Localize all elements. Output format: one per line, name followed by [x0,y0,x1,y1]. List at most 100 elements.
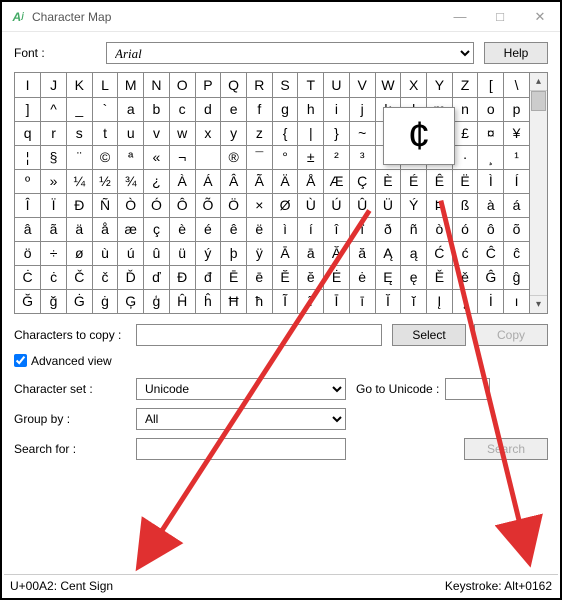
grid-cell[interactable]: ĉ [504,241,530,265]
grid-cell[interactable]: ú [118,241,144,265]
search-input[interactable] [136,438,346,460]
grid-cell[interactable]: ó [452,217,478,241]
grid-cell[interactable]: Ē [221,265,247,289]
grid-cell[interactable]: ï [349,217,375,241]
grid-cell[interactable]: P [195,73,221,97]
grid-cell[interactable]: S [272,73,298,97]
grid-cell[interactable]: d [195,97,221,121]
grid-cell[interactable]: Ê [427,169,453,193]
grid-cell[interactable]: å [92,217,118,241]
grid-cell[interactable]: ÿ [246,241,272,265]
grid-cell[interactable]: ® [221,145,247,169]
grid-cell[interactable]: Ç [349,169,375,193]
font-select[interactable]: Arial [106,42,474,64]
grid-cell[interactable]: ğ [41,289,67,313]
grid-cell[interactable]: o [478,97,504,121]
grid-cell[interactable]: î [324,217,350,241]
grid-cell[interactable]: Ĝ [478,265,504,289]
grid-cell[interactable]: Ä [272,169,298,193]
grid-cell[interactable]: w [169,121,195,145]
grid-cell[interactable]: Ý [401,193,427,217]
grid-cell[interactable]: ù [92,241,118,265]
grid-cell[interactable]: ĭ [401,289,427,313]
grid-cell[interactable]: ø [66,241,92,265]
grid-cell[interactable]: Ę [375,265,401,289]
grid-cell[interactable]: ę [401,265,427,289]
grid-cell[interactable]: ö [15,241,41,265]
grid-cell[interactable]: ĝ [504,265,530,289]
grid-cell[interactable]: ç [144,217,170,241]
grid-cell[interactable]: Y [427,73,453,97]
charset-select[interactable]: Unicode [136,378,346,400]
grid-cell[interactable]: Ġ [66,289,92,313]
grid-cell[interactable]: a [118,97,144,121]
grid-cell[interactable]: ß [452,193,478,217]
grid-cell[interactable]: Í [504,169,530,193]
advanced-view-checkbox[interactable]: Advanced view [14,354,548,368]
grid-cell[interactable]: v [144,121,170,145]
grid-cell[interactable]: ¿ [144,169,170,193]
grid-cell[interactable]: Ā [272,241,298,265]
grid-cell[interactable]: x [195,121,221,145]
grid-cell[interactable]: ī [349,289,375,313]
grid-cell[interactable]: ô [478,217,504,241]
grid-cell[interactable]: z [246,121,272,145]
grid-cell[interactable]: ë [246,217,272,241]
grid-cell[interactable]: À [169,169,195,193]
grid-cell[interactable]: Ă [324,241,350,265]
grid-cell[interactable]: á [504,193,530,217]
grid-cell[interactable]: ¯ [246,145,272,169]
grid-cell[interactable]: r [41,121,67,145]
grid-cell[interactable]: Ĉ [478,241,504,265]
grid-cell[interactable]: ð [375,217,401,241]
grid-cell[interactable]: t [92,121,118,145]
grid-cell[interactable]: Î [15,193,41,217]
grid-cell[interactable]: ì [272,217,298,241]
grid-cell[interactable]: ­ [195,145,221,169]
grid-cell[interactable]: ] [15,97,41,121]
grid-cell[interactable]: ĥ [195,289,221,313]
search-button[interactable]: Search [464,438,548,460]
grid-cell[interactable]: ± [298,145,324,169]
grid-cell[interactable]: Ø [272,193,298,217]
grid-cell[interactable]: ĕ [298,265,324,289]
grid-cell[interactable]: ñ [401,217,427,241]
help-button[interactable]: Help [484,42,548,64]
grid-cell[interactable]: È [375,169,401,193]
advanced-view-input[interactable] [14,354,27,367]
grid-cell[interactable]: O [169,73,195,97]
grid-cell[interactable]: g [272,97,298,121]
grid-cell[interactable]: W [375,73,401,97]
scroll-thumb[interactable] [531,91,546,111]
grid-cell[interactable]: J [41,73,67,97]
grid-cell[interactable]: £ [452,121,478,145]
grid-cell[interactable]: Ï [41,193,67,217]
scroll-track[interactable] [530,91,547,295]
grid-cell[interactable]: { [272,121,298,145]
grid-cell[interactable]: í [298,217,324,241]
grid-cell[interactable]: ² [324,145,350,169]
grid-cell[interactable]: ã [41,217,67,241]
grid-cell[interactable]: Ĥ [169,289,195,313]
grid-cell[interactable]: ¬ [169,145,195,169]
grid-cell[interactable]: ò [427,217,453,241]
grid-cell[interactable]: X [401,73,427,97]
grid-cell[interactable]: K [66,73,92,97]
grid-cell[interactable]: c [169,97,195,121]
grid-cell[interactable]: ā [298,241,324,265]
minimize-button[interactable]: — [440,2,480,32]
grid-cell[interactable]: ½ [92,169,118,193]
grid-cell[interactable]: e [221,97,247,121]
grid-cell[interactable]: § [41,145,67,169]
grid-cell[interactable]: ģ [144,289,170,313]
grid-cell[interactable]: İ [478,289,504,313]
grid-cell[interactable]: Ĩ [272,289,298,313]
grid-cell[interactable]: º [15,169,41,193]
grid-cell[interactable]: © [92,145,118,169]
grid-cell[interactable]: M [118,73,144,97]
grid-cell[interactable]: Ĭ [375,289,401,313]
grid-cell[interactable]: V [349,73,375,97]
grid-cell[interactable]: â [15,217,41,241]
grid-cell[interactable]: ċ [41,265,67,289]
grid-cell[interactable]: Ú [324,193,350,217]
